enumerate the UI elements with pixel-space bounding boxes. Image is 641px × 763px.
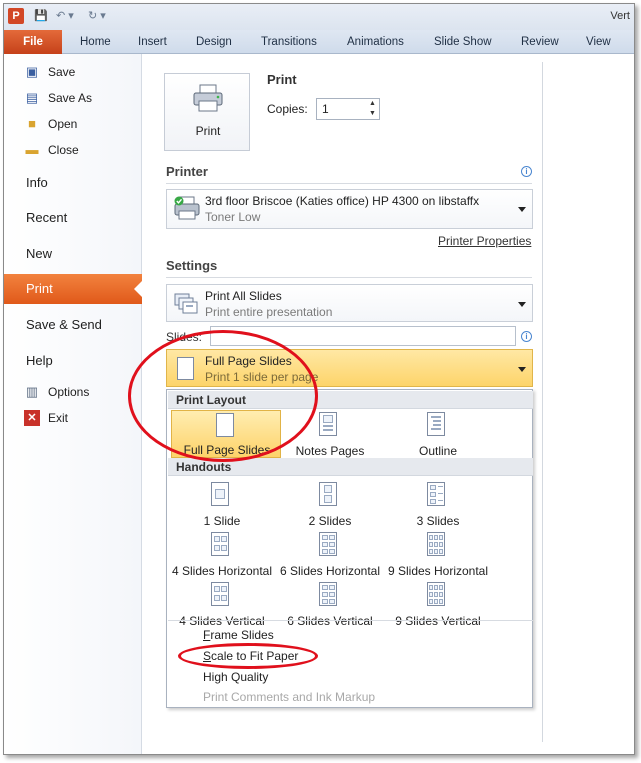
notes-pages-icon — [319, 412, 337, 436]
print-range-description: Print entire presentation — [205, 305, 333, 319]
handout-2-slides-icon — [319, 482, 337, 506]
copies-spinner[interactable]: ▲ ▼ — [366, 99, 379, 119]
handout-2-slides[interactable]: 2 Slides — [275, 480, 385, 528]
all-slides-icon — [174, 293, 198, 314]
printer-dropdown[interactable]: 3rd floor Briscoe (Katies office) HP 430… — [166, 189, 533, 229]
handout-6-horizontal-icon — [319, 532, 337, 556]
outline-icon — [427, 412, 445, 436]
handout-4-horizontal[interactable]: 4 Slides Horizontal — [167, 530, 277, 578]
option-high-quality[interactable]: High Quality — [203, 670, 268, 684]
print-button[interactable]: Print — [164, 73, 250, 151]
tab-slide-show[interactable]: Slide Show — [434, 30, 492, 54]
tab-insert[interactable]: Insert — [138, 30, 167, 54]
handout-9-horizontal-icon — [427, 532, 445, 556]
handout-6-vertical-icon — [319, 582, 337, 606]
panel-divider — [542, 62, 543, 742]
option-print-comments: Print Comments and Ink Markup — [203, 690, 376, 704]
tab-animations[interactable]: Animations — [347, 30, 404, 54]
layout-outline[interactable]: Outline — [383, 410, 493, 458]
powerpoint-logo-icon[interactable]: P — [8, 8, 24, 24]
handout-6-horizontal[interactable]: 6 Slides Horizontal — [275, 530, 385, 578]
tab-view[interactable]: View — [586, 30, 611, 54]
nav-info[interactable]: Info — [4, 168, 142, 198]
print-range-dropdown[interactable]: Print All Slides Print entire presentati… — [166, 284, 533, 322]
dropdown-arrow-icon — [518, 367, 526, 372]
settings-heading: Settings — [166, 258, 218, 273]
nav-print[interactable]: Print — [4, 274, 142, 304]
handout-3-slides-icon — [427, 482, 445, 506]
nav-save-send[interactable]: Save & Send — [4, 310, 142, 340]
backstage-nav: ▣ Save ▤ Save As ■ Open ▬ Close Info Rec… — [4, 54, 142, 754]
nav-save-as[interactable]: ▤ Save As — [4, 86, 142, 110]
nav-recent[interactable]: Recent — [4, 203, 142, 233]
printer-icon — [193, 84, 223, 112]
printer-properties-link[interactable]: Printer Properties — [438, 234, 531, 248]
print-button-label: Print — [195, 124, 221, 138]
settings-rule — [166, 277, 532, 278]
exit-icon: ✕ — [24, 410, 40, 426]
tab-file[interactable]: File — [4, 30, 62, 54]
info-icon[interactable]: i — [521, 166, 532, 177]
tab-transitions[interactable]: Transitions — [261, 30, 317, 54]
print-heading: Print — [267, 72, 297, 87]
handout-3-slides[interactable]: 3 Slides — [383, 480, 493, 528]
options-icon: ▥ — [25, 384, 39, 399]
nav-open[interactable]: ■ Open — [4, 112, 142, 136]
quick-access-toolbar: P 💾 ↶ ▾ ↻ ▾ Vert — [4, 4, 634, 30]
tab-home[interactable]: Home — [80, 30, 111, 54]
copies-label: Copies: — [267, 102, 308, 116]
dropdown-arrow-icon — [518, 207, 526, 212]
tab-review[interactable]: Review — [521, 30, 559, 54]
printer-icon — [174, 196, 200, 220]
dropdown-arrow-icon — [518, 302, 526, 307]
handout-9-vertical-icon — [427, 582, 445, 606]
folder-close-icon: ▬ — [25, 142, 39, 157]
nav-options[interactable]: ▥ Options — [4, 380, 142, 404]
printer-status: Toner Low — [205, 210, 261, 224]
save-icon: ▣ — [25, 64, 39, 79]
handout-4-vertical-icon — [211, 582, 229, 606]
save-as-icon: ▤ — [25, 90, 39, 105]
annotation-circle-scale — [178, 643, 318, 669]
folder-open-icon: ■ — [28, 116, 36, 131]
info-icon[interactable]: i — [521, 331, 532, 342]
printer-rule — [166, 183, 532, 184]
nav-help[interactable]: Help — [4, 346, 142, 376]
handout-4-horizontal-icon — [211, 532, 229, 556]
handout-1-slide[interactable]: 1 Slide — [167, 480, 277, 528]
nav-new[interactable]: New — [4, 239, 142, 269]
ribbon-tabs: File Home Insert Design Transitions Anim… — [4, 30, 634, 54]
print-range-label: Print All Slides — [205, 289, 282, 303]
nav-exit[interactable]: ✕ Exit — [4, 406, 142, 430]
handout-9-horizontal[interactable]: 9 Slides Horizontal — [383, 530, 493, 578]
undo-icon[interactable]: ↶ ▾ — [56, 9, 74, 23]
redo-icon[interactable]: ↻ ▾ — [88, 9, 106, 23]
option-frame-slides[interactable]: Frame Slides — [203, 628, 274, 642]
window-title: Vert — [610, 10, 630, 22]
printer-name: 3rd floor Briscoe (Katies office) HP 430… — [205, 194, 480, 208]
handout-1-slide-icon — [211, 482, 229, 506]
nav-close[interactable]: ▬ Close — [4, 138, 142, 162]
printer-heading: Printer — [166, 164, 208, 179]
save-icon[interactable]: 💾 — [34, 9, 48, 23]
nav-save[interactable]: ▣ Save — [4, 60, 142, 84]
annotation-circle-layout — [128, 330, 318, 462]
gallery-separator — [168, 620, 533, 621]
tab-design[interactable]: Design — [196, 30, 232, 54]
